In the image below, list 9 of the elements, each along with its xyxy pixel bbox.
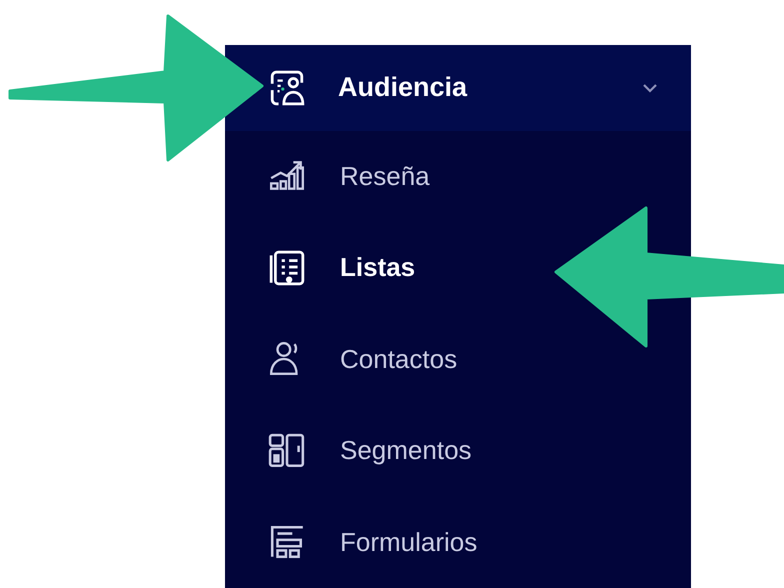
menu-item[interactable]: Segmentos [268, 405, 472, 497]
list-document-icon [268, 248, 306, 287]
menu-item[interactable]: Reseña [268, 130, 430, 222]
audience-icon [268, 68, 306, 107]
layout-blocks-icon [268, 432, 306, 470]
menu-item[interactable]: Contactos [268, 314, 458, 406]
menu-group-header[interactable]: Audiencia [225, 45, 691, 131]
menu-item[interactable]: Formularios [268, 496, 478, 588]
menu-item[interactable]: Listas [268, 222, 416, 314]
